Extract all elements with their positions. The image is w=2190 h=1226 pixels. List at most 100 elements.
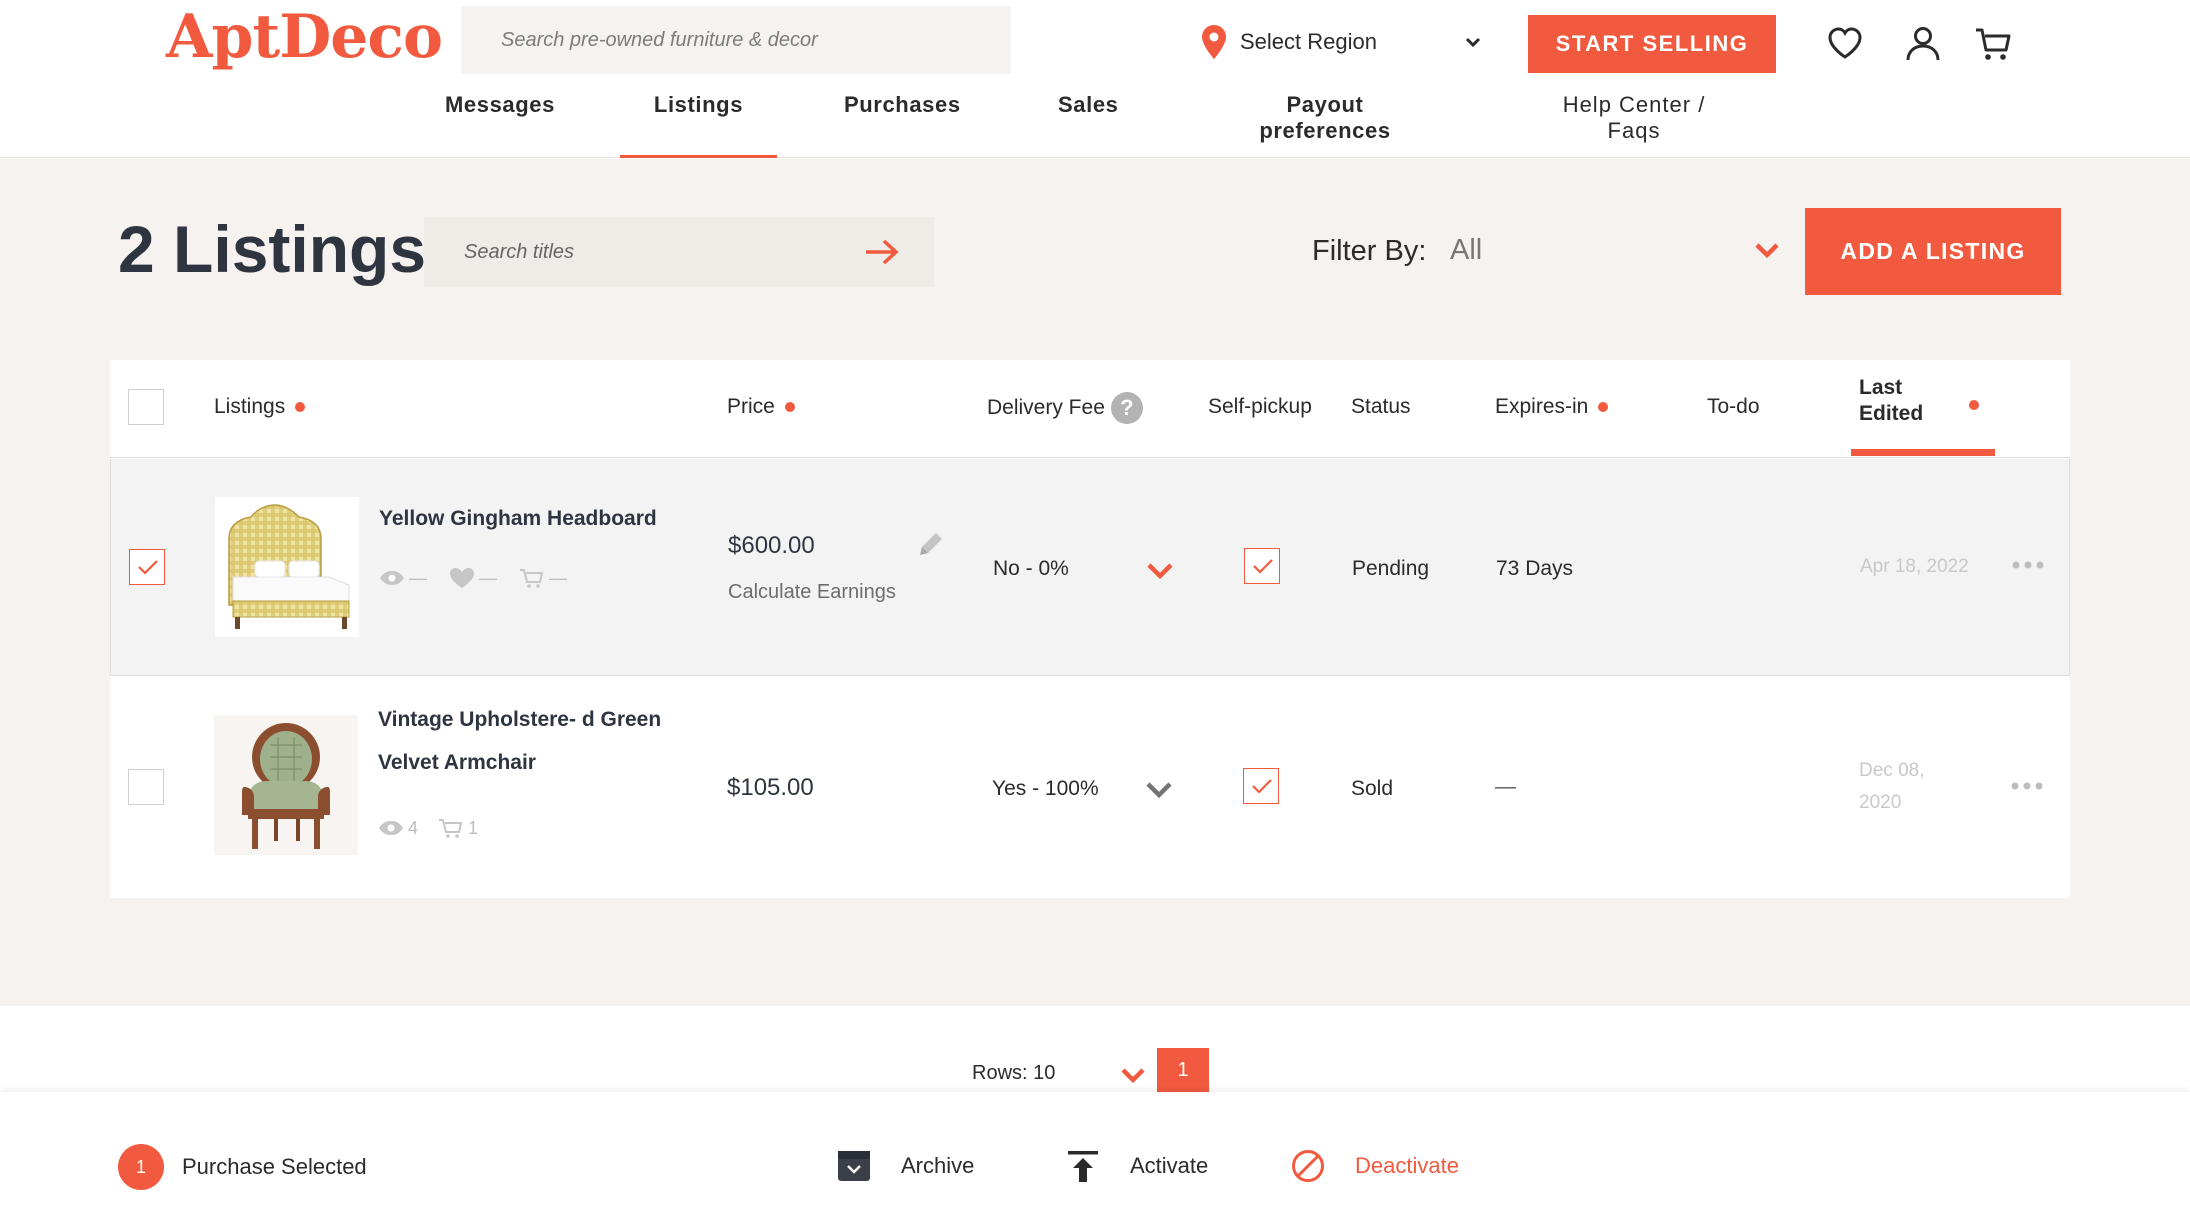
eye-icon: [380, 571, 404, 585]
bulk-action-bar: 1 Purchase Selected Archive Activate Dea…: [0, 1092, 2190, 1226]
deactivate-label: Deactivate: [1355, 1153, 1459, 1178]
listing-thumbnail[interactable]: [215, 497, 359, 637]
chevron-down-icon[interactable]: [1144, 780, 1174, 800]
listing-title[interactable]: Vintage Upholstere- d Green Velvet Armch…: [378, 698, 661, 784]
tab-help-center[interactable]: Help Center / Faqs: [1534, 92, 1734, 158]
page-1-button[interactable]: 1: [1157, 1048, 1209, 1092]
start-selling-button[interactable]: START SELLING: [1528, 15, 1776, 73]
table-row: Yellow Gingham Headboard — — — $600.00 C…: [110, 459, 2070, 676]
active-sort-indicator: [1851, 449, 1995, 456]
last-edited-value: Apr 18, 2022: [1860, 556, 1969, 577]
check-icon: [138, 560, 158, 575]
chevron-down-icon[interactable]: [1145, 561, 1175, 581]
column-listings-label: Listings: [214, 395, 286, 418]
tab-payout-preferences[interactable]: Payout preferences: [1220, 92, 1430, 158]
column-listings[interactable]: Listings: [214, 395, 306, 419]
listing-price: $600.00: [728, 532, 815, 559]
listings-page: 2 Listings Filter By: All ADD A LISTING …: [0, 159, 2190, 1006]
row-checkbox[interactable]: [128, 769, 164, 805]
carts-count: —: [549, 567, 567, 588]
listing-stats: — — —: [379, 567, 589, 589]
listing-stats: 4 1: [378, 817, 500, 839]
activate-button[interactable]: Activate: [1066, 1144, 1208, 1188]
sort-dot: [784, 402, 795, 412]
account-nav: Messages Listings Purchases Sales Payout…: [0, 86, 2190, 158]
column-expires-in[interactable]: Expires-in: [1495, 395, 1609, 419]
arrow-right-icon[interactable]: [864, 237, 900, 267]
column-delivery-fee: Delivery Fee?: [987, 392, 1143, 424]
filter-label: Filter By:: [1312, 235, 1427, 267]
chevron-down-icon: [1465, 37, 1481, 48]
column-status-label: Status: [1351, 395, 1411, 418]
heart-icon[interactable]: [1826, 24, 1864, 62]
cart-icon[interactable]: [1974, 24, 2012, 62]
archive-button[interactable]: Archive: [837, 1144, 974, 1188]
sort-dot: [295, 402, 306, 412]
archive-icon: [838, 1151, 870, 1181]
help-icon[interactable]: ?: [1110, 392, 1143, 424]
views-stat: 4: [378, 818, 418, 839]
tab-messages[interactable]: Messages: [445, 92, 554, 158]
column-status: Status: [1351, 395, 1411, 419]
pencil-icon[interactable]: [916, 529, 946, 559]
armchair-image: [214, 715, 358, 855]
column-price-label: Price: [727, 395, 775, 418]
self-pickup-checkbox[interactable]: [1244, 548, 1280, 584]
filter-value: All: [1450, 233, 1483, 266]
likes-count: —: [479, 567, 497, 588]
calculate-earnings-link[interactable]: Calculate Earnings: [728, 581, 896, 604]
sort-dot: [1969, 400, 1979, 410]
chevron-down-icon[interactable]: [1120, 1066, 1146, 1084]
table-row: Vintage Upholstere- d Green Velvet Armch…: [110, 677, 2070, 898]
views-count: —: [409, 567, 427, 588]
tab-purchases[interactable]: Purchases: [844, 92, 960, 158]
column-price[interactable]: Price: [727, 395, 795, 419]
selected-count-badge: 1: [118, 1144, 164, 1190]
expires-value: 73 Days: [1496, 557, 1574, 580]
region-label: Select Region: [1240, 29, 1377, 54]
listing-title[interactable]: Yellow Gingham Headboard: [379, 497, 657, 540]
delivery-fee-value: No - 0%: [993, 557, 1069, 580]
column-todo: To-do: [1707, 395, 1760, 419]
headboard-image: [228, 504, 350, 629]
aptdeco-logo[interactable]: AptDeco: [166, 2, 443, 72]
heart-icon: [450, 568, 474, 588]
rows-per-page-label: Rows: 10: [972, 1062, 1056, 1084]
listing-thumbnail[interactable]: [214, 715, 358, 855]
status-value: Sold: [1351, 777, 1394, 800]
filter-select[interactable]: All: [1450, 223, 1780, 277]
user-icon[interactable]: [1904, 24, 1942, 62]
listing-price: $105.00: [727, 774, 814, 801]
column-delivery-label: Delivery Fee: [987, 396, 1105, 419]
activate-icon: [1068, 1151, 1098, 1182]
tab-sales[interactable]: Sales: [1058, 92, 1118, 158]
global-search[interactable]: [461, 6, 1011, 74]
more-icon[interactable]: [2011, 560, 2045, 570]
row-checkbox[interactable]: [129, 549, 165, 585]
status-value: Pending: [1352, 557, 1430, 580]
last-edited-line2: 2020: [1859, 792, 1902, 813]
select-all-checkbox[interactable]: [128, 389, 164, 425]
column-last-edited[interactable]: Last Edited: [1859, 375, 1923, 427]
carts-stat: —: [519, 567, 567, 589]
title-search-input[interactable]: [424, 217, 934, 287]
tab-listings[interactable]: Listings: [620, 92, 777, 158]
add-listing-button[interactable]: ADD A LISTING: [1805, 208, 2061, 295]
delivery-fee-value: Yes - 100%: [992, 777, 1099, 800]
deactivate-button[interactable]: Deactivate: [1291, 1144, 1459, 1188]
column-self-pickup: Self-pickup: [1208, 395, 1312, 419]
sort-dot: [1598, 402, 1609, 412]
global-search-input[interactable]: [461, 6, 1011, 74]
cart-icon: [439, 819, 463, 838]
self-pickup-checkbox[interactable]: [1243, 768, 1279, 804]
column-last-edited-line2: Edited: [1859, 402, 1924, 425]
last-edited-line1: Dec 08,: [1859, 760, 1925, 781]
title-search[interactable]: [424, 217, 934, 287]
listing-title-line1: Vintage Upholstere- d Green: [378, 708, 662, 731]
more-icon[interactable]: [2010, 781, 2044, 791]
likes-stat: —: [449, 567, 497, 589]
location-pin-icon: [1202, 25, 1226, 59]
chevron-down-icon: [1755, 243, 1779, 259]
archive-label: Archive: [901, 1153, 975, 1178]
region-selector[interactable]: Select Region: [1200, 24, 1482, 60]
